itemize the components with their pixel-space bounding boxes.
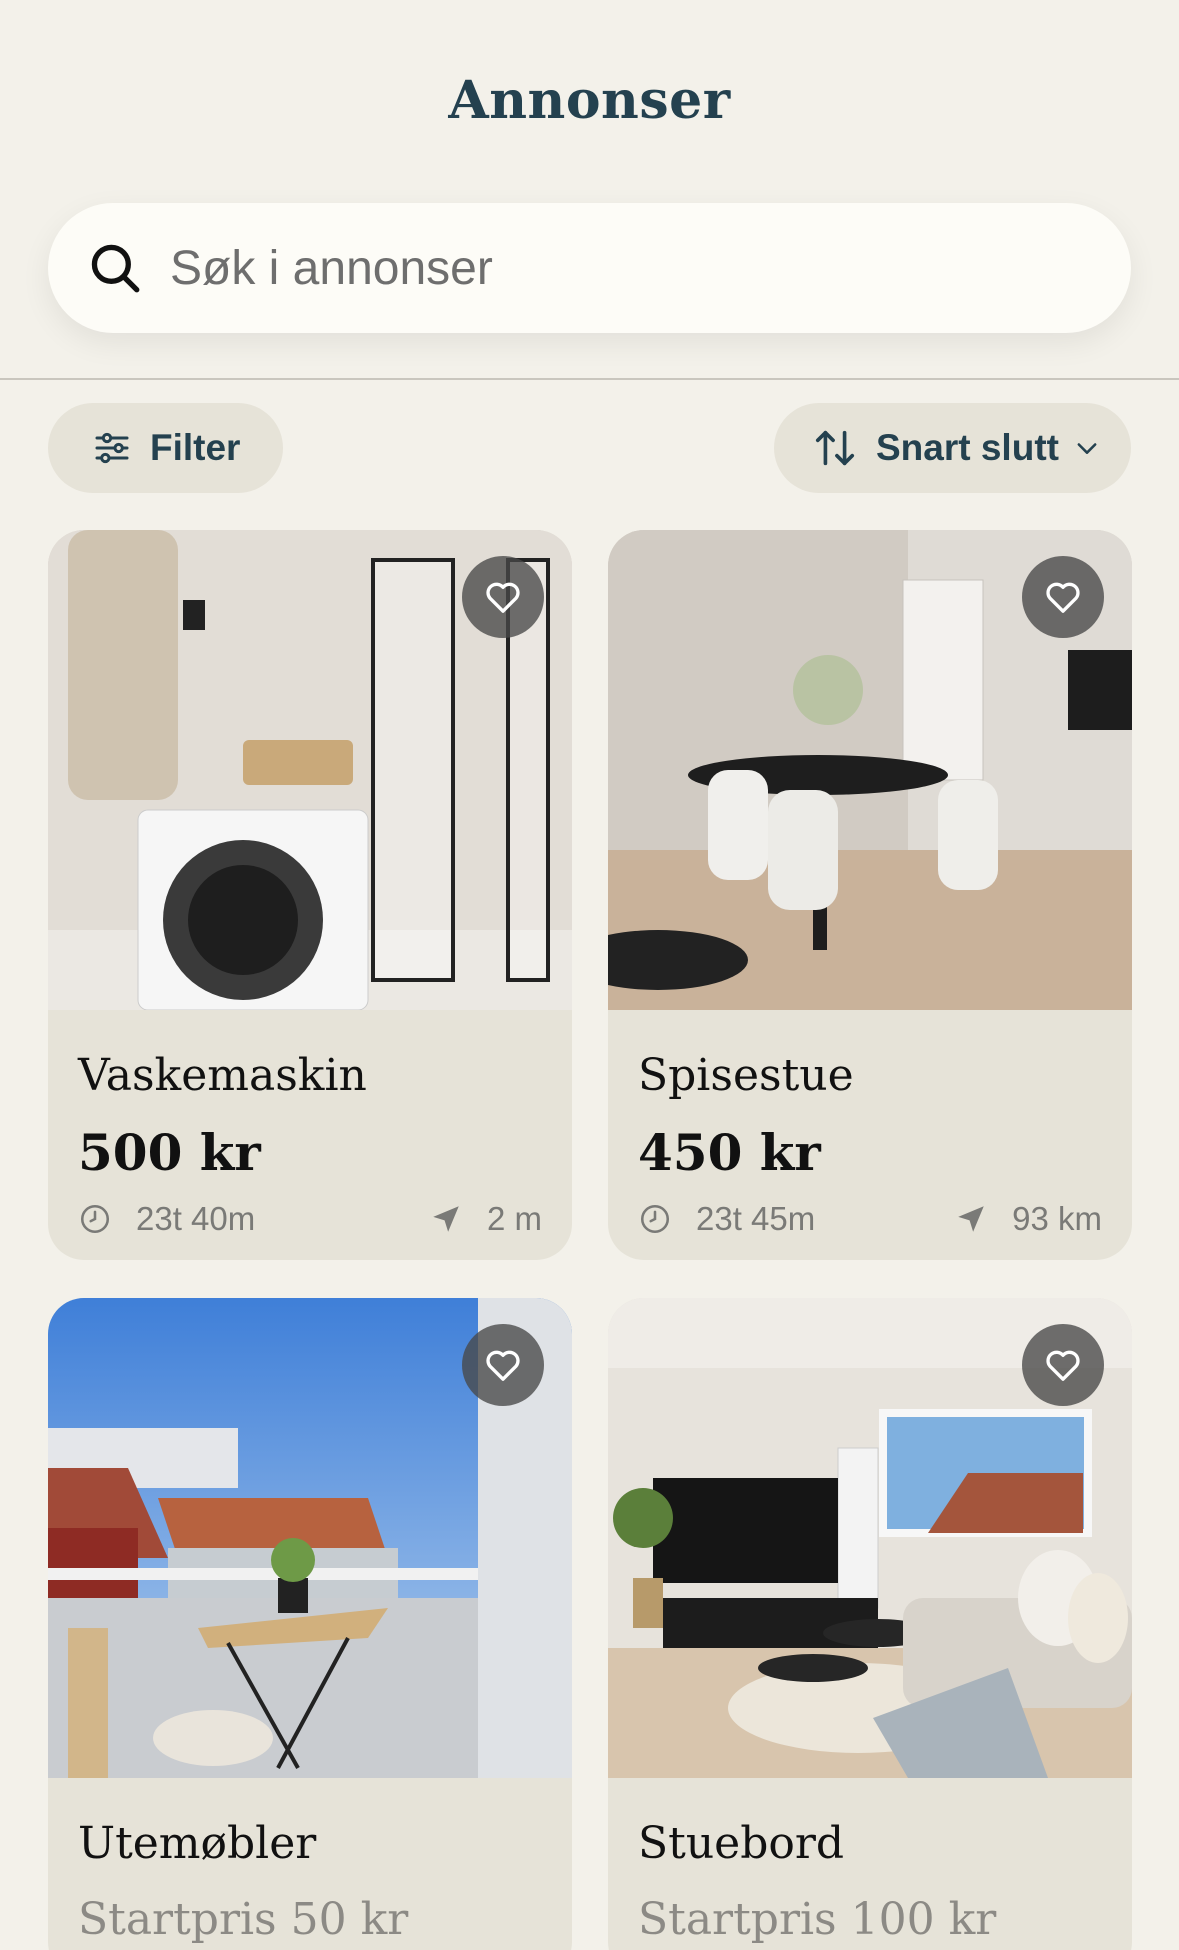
search-icon xyxy=(91,244,140,293)
time-left: 23t 45m xyxy=(638,1200,815,1238)
listing-card[interactable]: Spisestue 450 kr 23t 45m 93 km xyxy=(608,530,1132,1260)
sort-dropdown[interactable]: Snart slutt xyxy=(774,403,1131,493)
location-arrow-icon xyxy=(433,1206,459,1232)
header-divider xyxy=(0,378,1179,380)
sort-arrows-icon xyxy=(815,430,855,466)
distance-text: 93 km xyxy=(1012,1200,1102,1237)
clock-icon xyxy=(80,1204,110,1234)
chevron-down-icon xyxy=(1077,443,1097,454)
listing-title: Stuebord xyxy=(638,1818,845,1869)
distance-text: 2 m xyxy=(486,1200,542,1237)
location-arrow-icon xyxy=(958,1206,984,1232)
heart-icon xyxy=(1046,1350,1080,1381)
heart-icon xyxy=(486,1350,520,1381)
filter-label: Filter xyxy=(150,427,241,468)
listing-title: Utemøbler xyxy=(78,1818,317,1869)
heart-icon xyxy=(486,582,520,613)
listing-card[interactable]: Stuebord Startpris 100 kr xyxy=(608,1298,1132,1950)
listing-price: Startpris 100 kr xyxy=(638,1894,997,1945)
listing-title: Vaskemaskin xyxy=(78,1050,367,1101)
listing-card[interactable]: Vaskemaskin 500 kr 23t 40m 2 m xyxy=(48,530,572,1260)
favorite-button[interactable] xyxy=(462,1324,544,1406)
listing-price: 500 kr xyxy=(78,1123,261,1182)
distance: 93 km xyxy=(954,1200,1102,1238)
search-bar[interactable] xyxy=(48,203,1131,333)
heart-icon xyxy=(1046,582,1080,613)
listing-title: Spisestue xyxy=(638,1050,854,1101)
time-left-text: 23t 45m xyxy=(696,1200,816,1237)
time-left: 23t 40m xyxy=(78,1200,255,1238)
favorite-button[interactable] xyxy=(1022,1324,1104,1406)
listing-price: 450 kr xyxy=(638,1123,821,1182)
filter-button[interactable]: Filter xyxy=(48,403,283,493)
listing-price: Startpris 50 kr xyxy=(78,1894,409,1945)
page-title: Annonser xyxy=(448,70,731,131)
sort-label: Snart slutt xyxy=(876,427,1059,468)
search-input[interactable] xyxy=(170,240,1070,296)
listing-card[interactable]: Utemøbler Startpris 50 kr xyxy=(48,1298,572,1950)
favorite-button[interactable] xyxy=(462,556,544,638)
favorite-button[interactable] xyxy=(1022,556,1104,638)
sliders-icon xyxy=(95,432,129,464)
distance: 2 m xyxy=(429,1200,542,1238)
time-left-text: 23t 40m xyxy=(136,1200,256,1237)
clock-icon xyxy=(640,1204,670,1234)
